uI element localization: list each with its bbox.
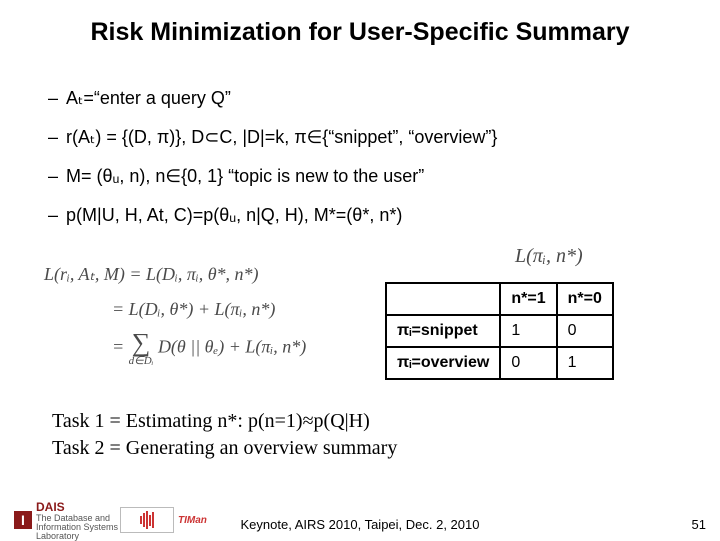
loss-table: n*=1 n*=0 πᵢ=snippet 1 0 πᵢ=overview 0 1 — [385, 282, 614, 380]
equation-line: L(rᵢ, Aₜ, M) = L(Dᵢ, πᵢ, θ*, n*) — [44, 260, 344, 289]
equation-tail: L(πᵢ, n*) — [515, 245, 583, 268]
bullet-dash: – — [48, 127, 58, 148]
page-number: 51 — [692, 517, 706, 532]
bullet-text: M= (θᵤ, n), n∈{0, 1} “topic is new to th… — [66, 166, 424, 187]
table-header: n*=1 — [500, 283, 556, 315]
bullet-item: – p(M|U, H, At, C)=p(θᵤ, n|Q, H), M*=(θ*… — [48, 205, 680, 226]
tasks-block: Task 1 = Estimating n*: p(n=1)≈p(Q|H) Ta… — [52, 408, 397, 462]
table-cell: 0 — [557, 315, 613, 347]
table-row: πᵢ=snippet 1 0 — [386, 315, 613, 347]
table-cell: 0 — [500, 347, 556, 379]
bullet-text: r(Aₜ) = {(D, π)}, D⊂C, |D|=k, π∈{“snippe… — [66, 127, 497, 148]
bullet-dash: – — [48, 166, 58, 187]
table-row-header: πᵢ=snippet — [386, 315, 500, 347]
slide-title: Risk Minimization for User-Specific Summ… — [0, 18, 720, 47]
bullet-item: – r(Aₜ) = {(D, π)}, D⊂C, |D|=k, π∈{“snip… — [48, 127, 680, 148]
eq-prefix: = — [112, 336, 129, 356]
table-header: n*=0 — [557, 283, 613, 315]
equation-block: L(rᵢ, Aₜ, M) = L(Dᵢ, πᵢ, θ*, n*) = L(Dᵢ,… — [44, 260, 344, 367]
eq-suffix: D(θ || θₑ) + L(πᵢ, n*) — [158, 336, 306, 356]
sum-bot: d∈Dᵢ — [129, 356, 154, 367]
sigma-icon: ∑ — [132, 328, 151, 357]
bullet-text: p(M|U, H, At, C)=p(θᵤ, n|Q, H), M*=(θ*, … — [66, 205, 402, 226]
bullet-dash: – — [48, 205, 58, 226]
logo-word: DAIS — [36, 500, 126, 514]
bullet-dash: – — [48, 88, 58, 109]
task-line: Task 2 = Generating an overview summary — [52, 435, 397, 462]
table-cell: 1 — [500, 315, 556, 347]
task-line: Task 1 = Estimating n*: p(n=1)≈p(Q|H) — [52, 408, 397, 435]
bullet-text: Aₜ=“enter a query Q” — [66, 88, 231, 109]
equation-line: = ∑ d∈Dᵢ D(θ || θₑ) + L(πᵢ, n*) — [44, 330, 344, 367]
table-cell: 1 — [557, 347, 613, 379]
footer-text: Keynote, AIRS 2010, Taipei, Dec. 2, 2010 — [0, 517, 720, 532]
bullet-item: – M= (θᵤ, n), n∈{0, 1} “topic is new to … — [48, 166, 680, 187]
table-row: πᵢ=overview 0 1 — [386, 347, 613, 379]
sum-operator: ∑ d∈Dᵢ — [129, 330, 154, 367]
bullet-item: – Aₜ=“enter a query Q” — [48, 88, 680, 109]
bullet-list: – Aₜ=“enter a query Q” – r(Aₜ) = {(D, π)… — [48, 88, 680, 244]
table-row-header: πᵢ=overview — [386, 347, 500, 379]
table-header-blank — [386, 283, 500, 315]
equation-line: = L(Dᵢ, θ*) + L(πᵢ, n*) — [44, 295, 344, 324]
